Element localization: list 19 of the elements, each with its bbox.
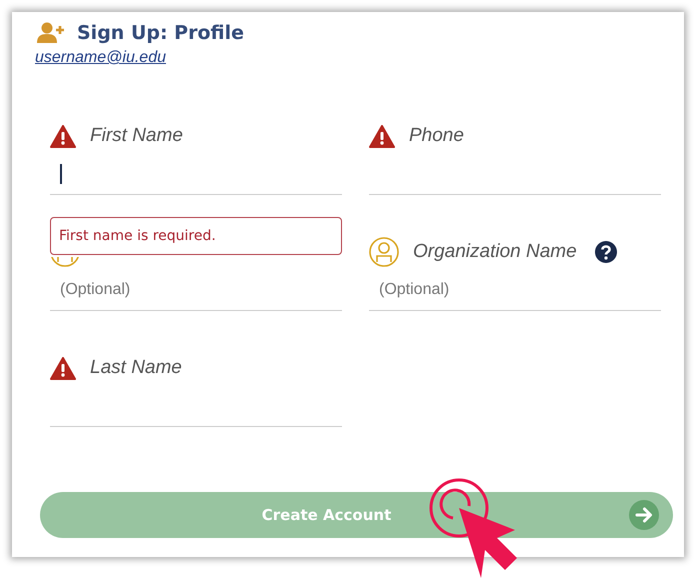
page-title: Sign Up: Profile (77, 22, 244, 44)
add-user-icon (37, 22, 65, 44)
field-label: First Name (90, 125, 183, 147)
arrow-right-icon (629, 500, 659, 530)
help-icon[interactable] (594, 241, 617, 263)
text-input-field[interactable]: (Optional) (369, 270, 661, 311)
email-link[interactable]: username@iu.edu (35, 49, 166, 67)
field-label: Organization Name (413, 241, 577, 263)
warning-icon (50, 356, 76, 380)
field-label: Last Name (90, 357, 182, 379)
warning-icon (369, 124, 395, 148)
placeholder-text: (Optional) (60, 281, 130, 299)
field-label: Phone (409, 125, 464, 147)
person-icon (369, 237, 399, 267)
person-icon (50, 257, 80, 267)
text-input-field[interactable]: (Optional) (50, 270, 342, 311)
warning-icon (50, 124, 76, 148)
error-tooltip: First name is required. (50, 217, 342, 255)
placeholder-text: (Optional) (379, 281, 450, 299)
